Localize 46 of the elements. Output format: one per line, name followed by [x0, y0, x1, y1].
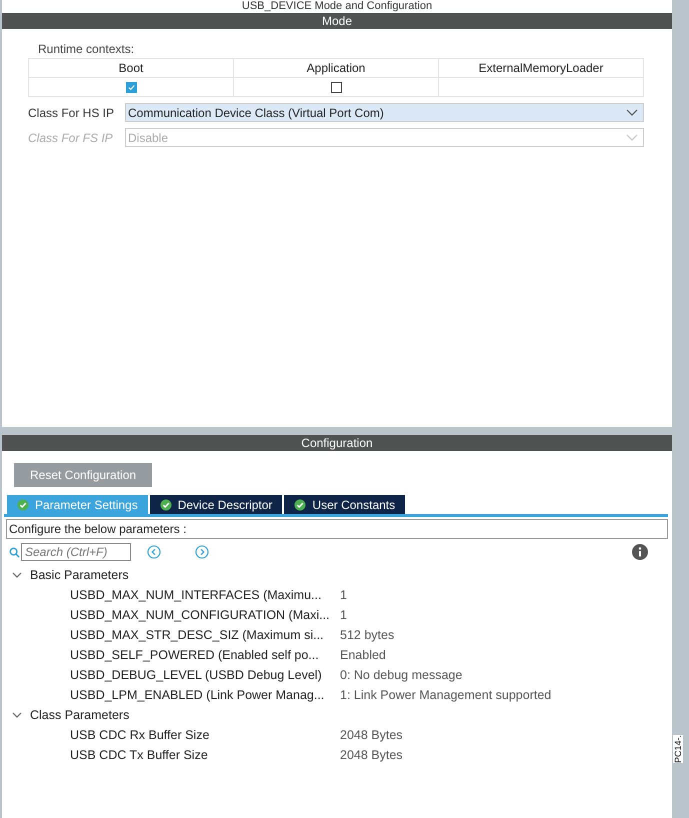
check-circle-icon: [17, 498, 29, 510]
search-icon: [9, 546, 20, 558]
checkbox[interactable]: [330, 82, 342, 92]
parameter-name[interactable]: USB CDC Rx Buffer Size: [70, 728, 338, 742]
chevron-down-icon: [626, 108, 638, 116]
tree-group[interactable]: Class Parameters: [4, 705, 668, 725]
parameter-value[interactable]: 2048 Bytes: [340, 748, 403, 762]
parameter-value[interactable]: 0: No debug message: [340, 668, 462, 682]
tab[interactable]: Device Descriptor: [150, 495, 282, 514]
checkbox[interactable]: [126, 82, 136, 92]
chevron-down-icon[interactable]: [12, 710, 22, 720]
chevron-down-icon: [626, 134, 638, 142]
runtime-contexts-label: Runtime contexts:: [38, 42, 136, 56]
section-header: Configuration: [2, 435, 672, 451]
info-icon[interactable]: [632, 544, 648, 560]
parameter-name[interactable]: USB CDC Tx Buffer Size: [70, 748, 338, 762]
parameter-name[interactable]: USBD_MAX_STR_DESC_SIZ (Maximum si...: [70, 628, 338, 642]
parameter-value[interactable]: 1: [340, 588, 347, 602]
parameter-value[interactable]: 1: [340, 608, 347, 622]
check-circle-icon: [294, 498, 306, 510]
parameter-value[interactable]: 1: Link Power Management supported: [340, 688, 552, 702]
parameter-value[interactable]: 2048 Bytes: [340, 728, 403, 742]
section-header: Mode: [2, 13, 672, 29]
column-header: Boot: [29, 59, 234, 78]
field-label: Class For HS IP: [28, 106, 116, 120]
description-text: Configure the below parameters :: [6, 519, 668, 539]
field-label: Class For FS IP: [28, 130, 114, 144]
tab[interactable]: User Constants: [284, 495, 406, 514]
pin-label: PC14-.: [673, 735, 683, 763]
parameter-name[interactable]: USBD_MAX_NUM_CONFIGURATION (Maxi...: [70, 608, 338, 622]
check-circle-icon: [160, 498, 172, 510]
parameter-name[interactable]: USBD_MAX_NUM_INTERFACES (Maximu...: [70, 588, 338, 602]
tree-group[interactable]: Basic Parameters: [4, 565, 668, 585]
parameter-name[interactable]: USBD_LPM_ENABLED (Link Power Manag...: [70, 688, 338, 702]
chevron-down-icon[interactable]: [12, 570, 22, 580]
parameter-value[interactable]: 512 bytes: [340, 628, 394, 642]
parameter-name[interactable]: USBD_DEBUG_LEVEL (USBD Debug Level): [70, 668, 338, 682]
parameter-value[interactable]: Enabled: [340, 648, 386, 662]
window-title: USB_DEVICE Mode and Configuration: [240, 0, 434, 13]
dropdown[interactable]: Communication Device Class (Virtual Port Com): [125, 103, 644, 122]
column-header: ExternalMemoryLoader: [439, 59, 644, 78]
previous-icon[interactable]: [147, 545, 161, 559]
parameter-name[interactable]: USBD_SELF_POWERED (Enabled self po...: [70, 648, 338, 662]
column-header: Application: [234, 59, 439, 78]
next-icon[interactable]: [195, 545, 209, 559]
search-field[interactable]: Search (Ctrl+F): [21, 543, 131, 561]
